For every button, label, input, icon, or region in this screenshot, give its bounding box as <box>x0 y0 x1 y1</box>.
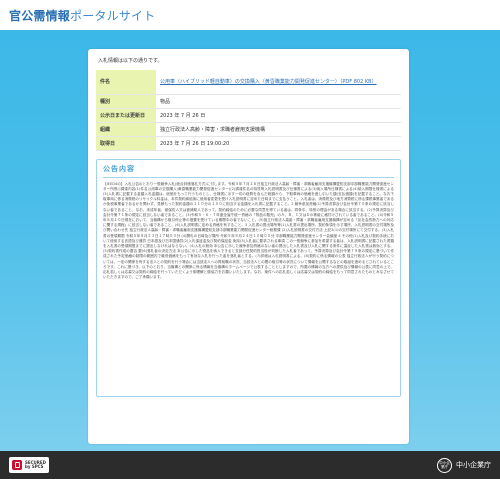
info-value: 物品 <box>156 94 401 109</box>
lock-icon <box>12 460 22 470</box>
info-value: 2023 年 7 月 26 日 19:00:20 <box>156 136 401 151</box>
info-value: 2023 年 7 月 26 日 <box>156 108 401 123</box>
org-name: 中小企業庁 <box>456 461 491 469</box>
site-title-main: 官公需情報 <box>9 8 71 23</box>
secured-line2: by SPCS <box>25 464 44 469</box>
notice-title: 公告内容 <box>103 164 394 178</box>
info-value: 独立行政法人高齢・障害・求職者雇用支援機構 <box>156 122 401 137</box>
info-row-subject: 件名 公用車（ハイブリッド軽自動車）の交換購入（黄昏職業能力開発促進センター）（… <box>96 70 401 95</box>
secured-badge[interactable]: SECURED by SPCS <box>9 457 49 473</box>
info-row-org: 組織 独立行政法人高齢・障害・求職者雇用支援機構 <box>96 122 401 137</box>
info-row-date: 公示日または更新日 2023 年 7 月 26 日 <box>96 108 401 123</box>
org-logo-icon: 中小企業庁 <box>437 457 452 473</box>
site-header: 官公需情報ポータルサイト <box>0 0 500 30</box>
site-title-sub: ポータルサイト <box>70 8 156 23</box>
intro-text: 入札情報は以下の通りです。 <box>98 58 163 64</box>
notice-body: 【JEED4の】入札公告のとおり一般競争入札(総合評価落札方式)に付します。令和… <box>103 181 394 280</box>
info-table: 件名 公用車（ハイブリッド軽自動車）の交換購入（黄昏職業能力開発促進センター）（… <box>96 70 401 151</box>
info-row-type: 種別 物品 <box>96 94 401 109</box>
site-footer: SECURED by SPCS 中小企業庁 中小企業庁 <box>0 451 500 479</box>
info-label: 取得日 <box>96 136 156 151</box>
info-label: 組織 <box>96 122 156 137</box>
secured-text: SECURED by SPCS <box>25 460 46 470</box>
info-label: 種別 <box>96 94 156 109</box>
notice-section: 公告内容 【JEED4の】入札公告のとおり一般競争入札(総合評価落札方式)に付し… <box>96 158 401 397</box>
detail-panel: 入札情報は以下の通りです。 件名 公用車（ハイブリッド軽自動車）の交換購入（黄昏… <box>88 49 409 444</box>
site-title[interactable]: 官公需情報ポータルサイト <box>9 7 155 24</box>
subject-pdf-link[interactable]: 公用車（ハイブリッド軽自動車）の交換購入（黄昏職業能力開発促進センター）（PDF… <box>160 79 377 85</box>
info-label: 公示日または更新日 <box>96 108 156 123</box>
info-label: 件名 <box>96 70 156 95</box>
info-row-acquired: 取得日 2023 年 7 月 26 日 19:00:20 <box>96 136 401 151</box>
org-brand[interactable]: 中小企業庁 中小企業庁 <box>437 457 491 473</box>
